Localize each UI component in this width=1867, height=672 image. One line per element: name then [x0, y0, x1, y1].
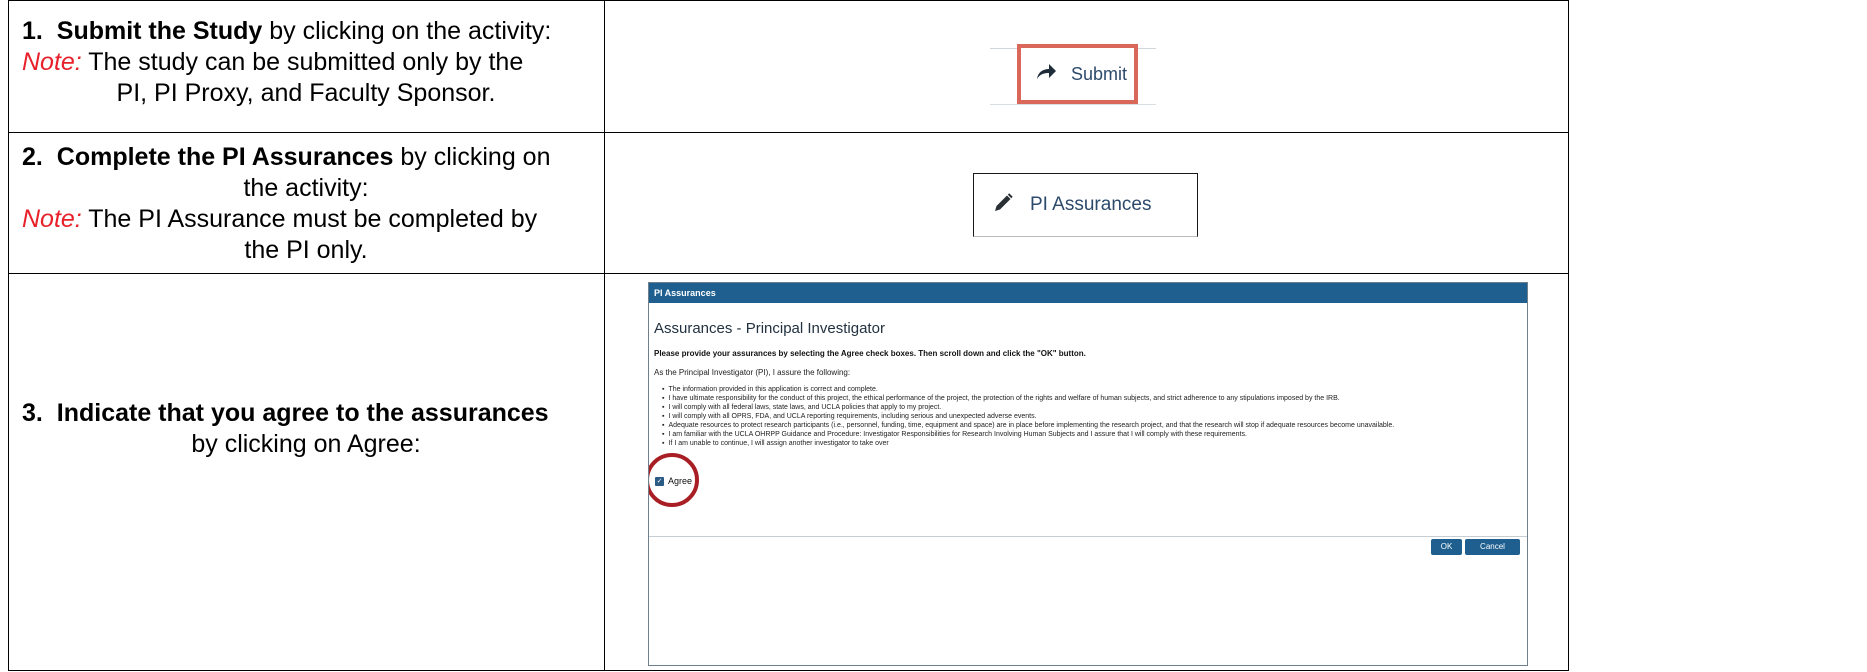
step-3-number: 3. [22, 399, 43, 427]
pencil-icon [992, 192, 1014, 219]
dialog-footer-divider [649, 536, 1527, 537]
assurance-item: Adequate resources to protect research p… [662, 421, 1527, 430]
step-2-title-rest: by clicking on [393, 143, 551, 171]
share-arrow-icon [1035, 63, 1057, 86]
step-1-number: 1. [22, 17, 43, 45]
ok-button[interactable]: OK [1431, 539, 1462, 555]
step-3-title-rest: by clicking on Agree: [191, 430, 421, 458]
submit-activity-button[interactable]: Submit [1017, 44, 1138, 104]
submit-label: Submit [1071, 63, 1128, 84]
assurance-item: The information provided in this applica… [662, 385, 1527, 394]
step-1-title: Submit the Study [56, 17, 263, 45]
assurance-item: If I am unable to continue, I will assig… [662, 439, 1527, 448]
row-divider-2 [8, 273, 1569, 274]
step-1-title-rest: by clicking on the activity: [262, 17, 552, 45]
step-3-title: Indicate that you agree to the assurance… [56, 399, 549, 427]
pi-assurances-activity-button[interactable]: PI Assurances [973, 173, 1198, 237]
assurance-item: I am familiar with the UCLA OHRPP Guidan… [662, 430, 1527, 439]
step-2-note-text: The PI Assurance must be completed by [81, 205, 538, 233]
assurance-item: I will comply with all federal laws, sta… [662, 403, 1527, 412]
cancel-button[interactable]: Cancel [1465, 539, 1520, 555]
step-2-number: 2. [22, 143, 43, 171]
step-2-text: 2. Complete the PI Assurances by clickin… [8, 142, 604, 266]
step-2-title: Complete the PI Assurances [56, 143, 394, 171]
submit-image-bottomline [990, 104, 1156, 105]
pi-assurances-dialog: PI Assurances Assurances - Principal Inv… [648, 282, 1528, 666]
column-divider [604, 0, 605, 671]
assurance-item: I will comply with all OPRS, FDA, and UC… [662, 412, 1527, 421]
assurance-list: The information provided in this applica… [662, 385, 1527, 448]
step-1-text: 1. Submit the Study by clicking on the a… [8, 16, 604, 109]
step-2-note-text-2: the PI only. [244, 236, 368, 264]
step-3-text: 3. Indicate that you agree to the assura… [8, 398, 604, 460]
step-2-note-label: Note: [22, 205, 82, 233]
dialog-title: Assurances - Principal Investigator [654, 320, 885, 337]
pi-assurances-label: PI Assurances [1030, 194, 1152, 215]
row-divider-1 [8, 132, 1569, 133]
step-1-note-text-2: PI, PI Proxy, and Faculty Sponsor. [116, 79, 496, 107]
dialog-header: PI Assurances [649, 283, 1527, 303]
dialog-intro: As the Principal Investigator (PI), I as… [654, 368, 851, 377]
highlight-circle [649, 453, 699, 507]
step-1-note-label: Note: [22, 48, 82, 76]
dialog-instruction: Please provide your assurances by select… [654, 349, 1086, 358]
step-1-note-text: The study can be submitted only by the [81, 48, 524, 76]
step-2-title-rest-2: the activity: [243, 174, 369, 202]
assurance-item: I have ultimate responsibility for the c… [662, 394, 1527, 403]
